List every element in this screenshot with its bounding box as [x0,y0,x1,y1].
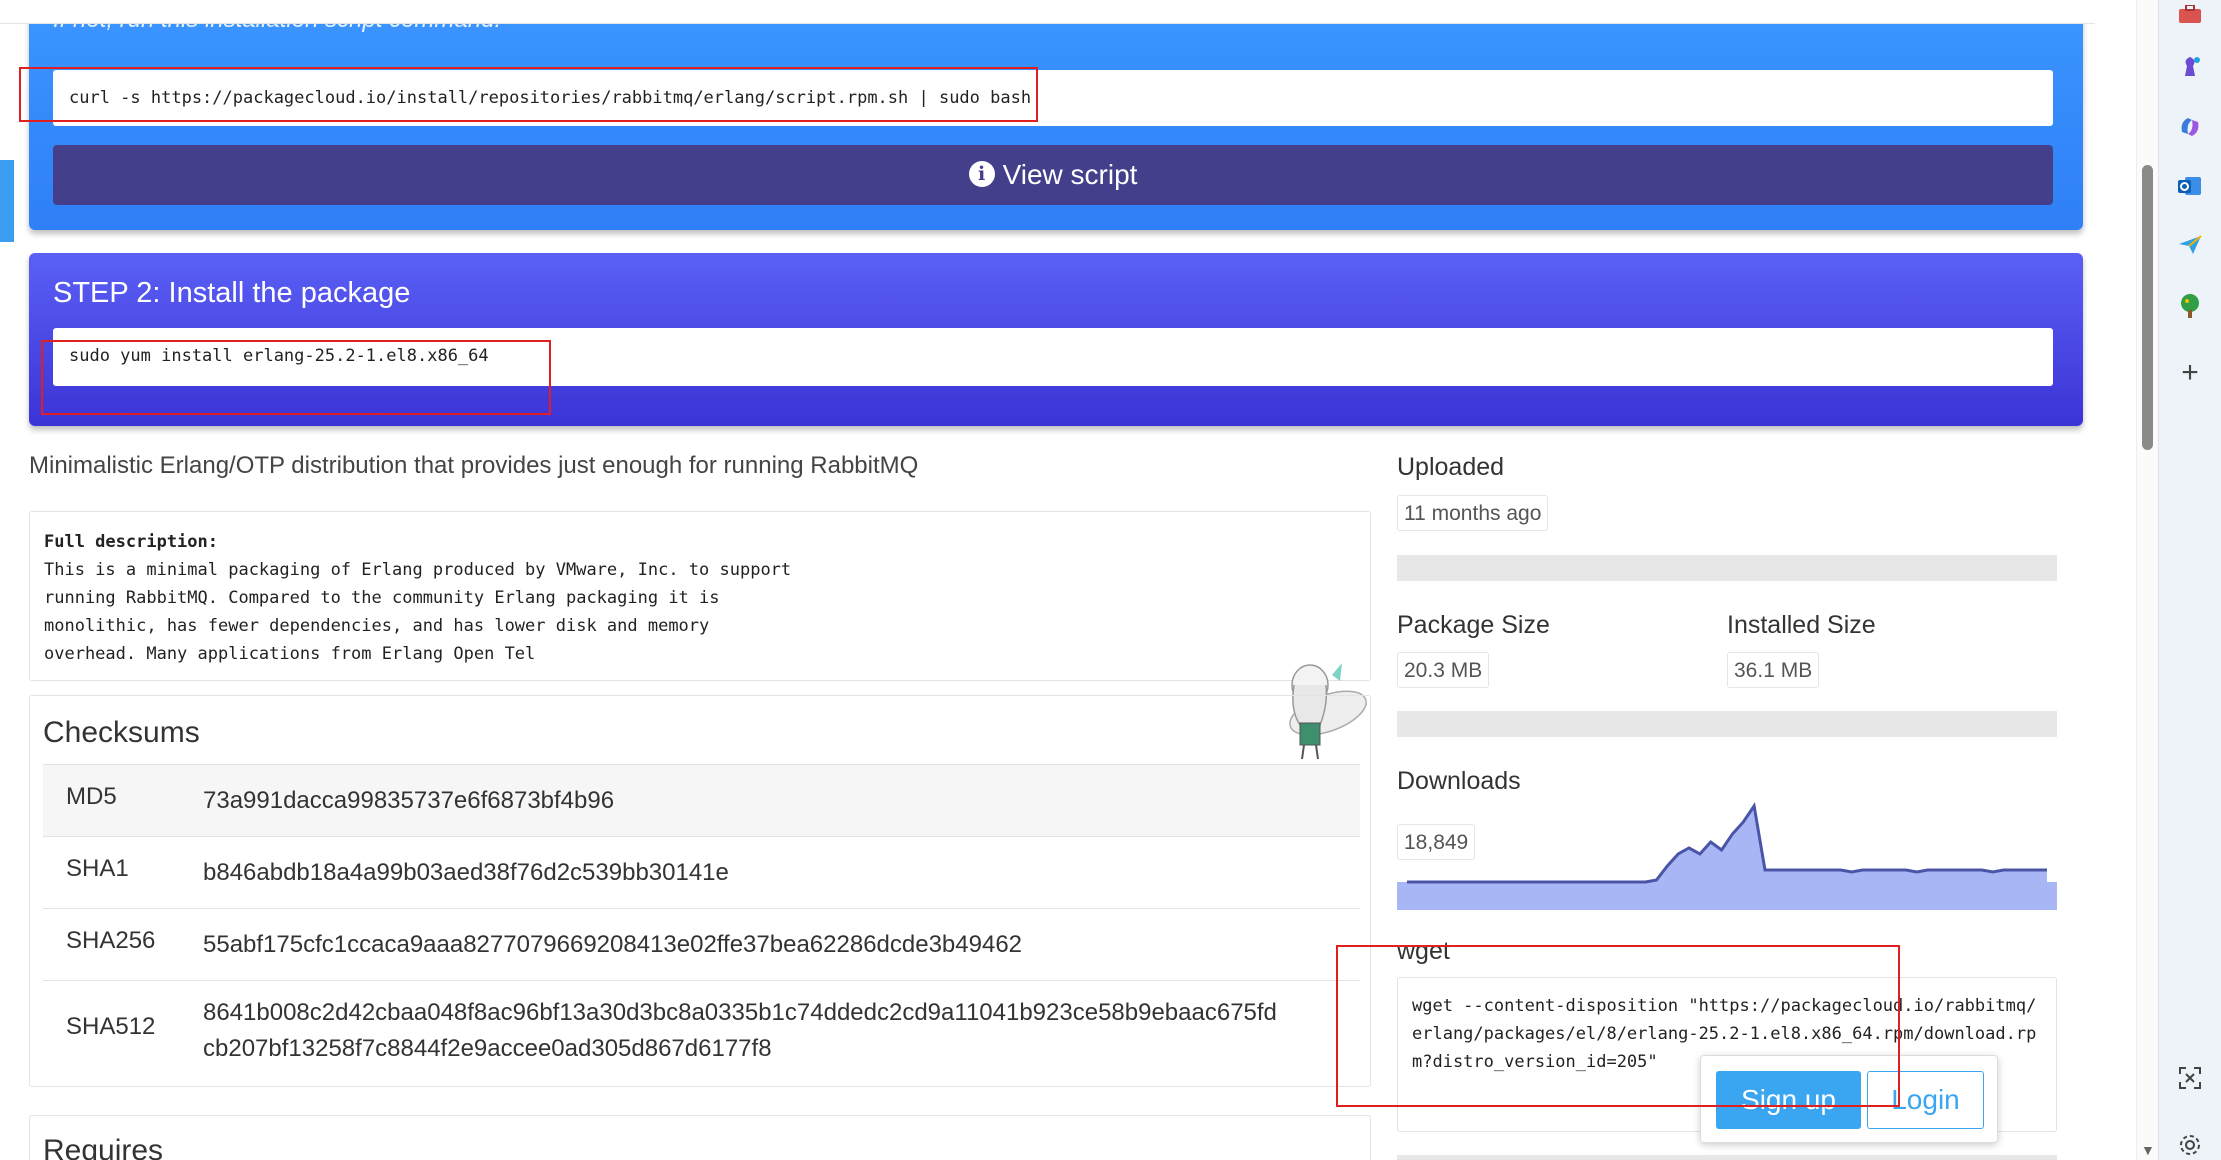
view-script-button[interactable]: i View script [53,145,2053,205]
checksum-value[interactable]: b846abdb18a4a99b03aed38f76d2c539bb30141e [203,855,729,891]
checksum-value[interactable]: 55abf175cfc1ccaca9aaa8277079669208413e02… [203,927,1022,963]
installed-size-label: Installed Size [1727,611,1876,639]
copilot-icon[interactable] [2175,112,2205,142]
package-description: Minimalistic Erlang/OTP distribution tha… [29,452,919,479]
full-description[interactable]: Full description: This is a minimal pack… [29,511,1371,681]
chess-piece-icon[interactable] [2175,52,2205,82]
checksum-row-sha512: SHA512 8641b008c2d42cbaa048f8ac96bf13a30… [43,980,1360,1080]
checksum-row-sha1: SHA1 b846abdb18a4a99b03aed38f76d2c539bb3… [43,836,1360,908]
checksum-row-md5: MD5 73a991dacca99835737e6f6873bf4b96 [43,764,1360,836]
checksum-algo: SHA512 [66,1013,156,1040]
top-strip [0,0,2095,24]
toolbox-icon[interactable] [2175,0,2205,30]
checksum-value[interactable]: 8641b008c2d42cbaa048f8ac96bf13a30d3bc8a0… [203,995,1277,1031]
uploaded-label: Uploaded [1397,453,1505,481]
requires-title: Requires [43,1134,164,1160]
auth-popup: Sign up Login [1700,1055,1998,1143]
signup-button[interactable]: Sign up [1716,1071,1861,1129]
browser-sidebar: + [2158,0,2221,1160]
checksums-panel: Checksums MD5 73a991dacca99835737e6f6873… [29,695,1371,1087]
outlook-icon[interactable] [2175,171,2205,201]
checksum-value-continued[interactable]: cb207bf13258f7c8844f2e9accee0ad305d867d6… [203,1031,772,1067]
downloads-chart [1397,802,2057,910]
step2-command[interactable]: sudo yum install erlang-25.2-1.el8.x86_6… [53,328,2053,386]
scrollbar-thumb[interactable] [2142,165,2153,450]
settings-icon[interactable] [2175,1130,2205,1160]
installed-size-value: 36.1 MB [1727,652,1820,688]
send-icon[interactable] [2175,230,2205,260]
checksum-algo: MD5 [66,783,117,810]
package-size-value: 20.3 MB [1397,652,1490,688]
chart-baseline-band [1397,882,2057,910]
tree-icon[interactable] [2175,291,2205,321]
downloads-label: Downloads [1397,767,1521,795]
divider-band [1397,555,2057,581]
full-description-label: Full description: [44,532,218,552]
vertical-scrollbar[interactable]: ▼ [2136,0,2158,1160]
requires-panel: Requires [29,1115,1371,1160]
login-button[interactable]: Login [1867,1071,1984,1129]
checksum-algo: SHA1 [66,855,129,882]
step2-panel: STEP 2: Install the package sudo yum ins… [29,253,2083,426]
step1-command[interactable]: curl -s https://packagecloud.io/install/… [53,70,2053,126]
screenshot-icon[interactable] [2175,1063,2205,1093]
add-icon[interactable]: + [2175,356,2205,389]
checksum-row-sha256: SHA256 55abf175cfc1ccaca9aaa827707966920… [43,908,1360,980]
divider-band [1397,1155,2057,1160]
checksum-value[interactable]: 73a991dacca99835737e6f6873bf4b96 [203,783,614,819]
info-icon: i [968,161,995,187]
checksum-algo: SHA256 [66,927,156,954]
divider-band [1397,711,2057,737]
step1-panel: If not, run this installation script com… [29,0,2083,230]
view-script-label: View script [1002,159,1138,190]
checksums-title: Checksums [43,716,200,749]
uploaded-value: 11 months ago [1397,495,1549,531]
scroll-down-arrow-icon[interactable]: ▼ [2141,1142,2155,1158]
step2-title: STEP 2: Install the package [53,277,411,309]
full-description-text: This is a minimal packaging of Erlang pr… [44,560,792,664]
package-size-label: Package Size [1397,611,1550,639]
left-accent-bar [0,160,14,242]
wget-label: wget [1397,937,1450,965]
web-page: If not, run this installation script com… [0,0,2136,1160]
